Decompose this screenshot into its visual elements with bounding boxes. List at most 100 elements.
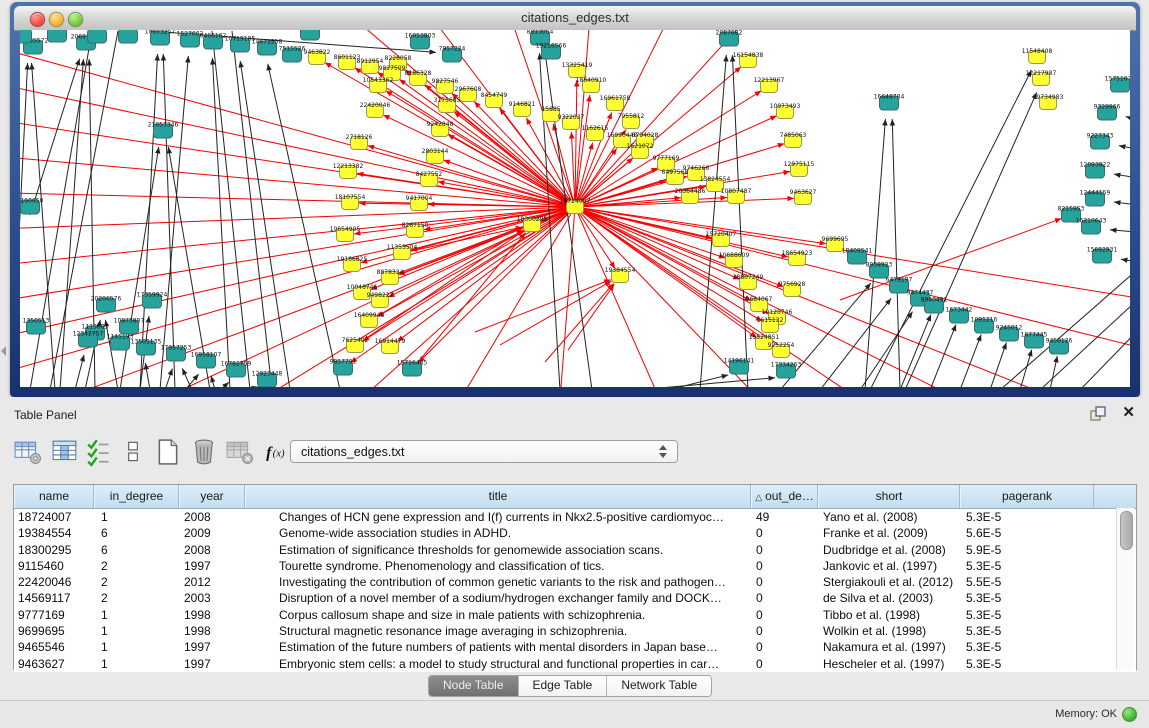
graph-node-label: 11548408: [1022, 48, 1053, 55]
graph-node-label: 2803144: [422, 148, 449, 155]
table-scrollbar[interactable]: [1116, 508, 1134, 669]
graph-node-label: 12093822: [1080, 162, 1111, 169]
graph-node-label: 10973493: [770, 103, 801, 110]
graph-node-label: 16053803: [405, 33, 436, 40]
graph-edge-red: [575, 207, 725, 258]
graph-node-label: 16961758: [600, 95, 631, 102]
cell-short: Yano et al. (2008): [818, 509, 960, 525]
graph-edge-black-arrowhead: [951, 324, 956, 331]
graph-node[interactable]: [88, 30, 107, 43]
delete-table-icon[interactable]: [226, 437, 254, 467]
close-panel-icon[interactable]: ✕: [1122, 404, 1135, 422]
cell-year: 2008: [179, 509, 245, 525]
cell-short: Nakamura et al. (1997): [818, 639, 960, 655]
graph-edge-black-arrowhead: [251, 386, 258, 387]
left-splitter-handle[interactable]: [1, 346, 6, 356]
graph-node[interactable]: [20, 30, 32, 43]
new-table-icon[interactable]: [154, 437, 182, 467]
cell-in_degree: 2: [94, 574, 179, 590]
cell-title: Estimation of the future numbers of pati…: [245, 639, 751, 655]
select-rows-icon[interactable]: [86, 437, 114, 467]
graph-edge-black-arrowhead: [1027, 350, 1032, 357]
cell-pagerank: 5.3E-5: [960, 558, 1094, 574]
scrollbar-thumb[interactable]: [1120, 511, 1133, 550]
graph-node-label: 2718126: [346, 134, 373, 141]
graph-edge-black: [960, 334, 981, 387]
table-row[interactable]: 1830029562008Estimation of significance …: [14, 542, 1136, 558]
delete-rows-icon[interactable]: [190, 437, 218, 467]
graph-edge-red: [560, 207, 575, 387]
graph-edge-black-arrowhead: [885, 298, 891, 305]
cell-name: 22420046: [14, 574, 94, 590]
graph-node-label: 22420046: [360, 102, 391, 109]
table-row[interactable]: 946362711997Embryonic stem cells: a mode…: [14, 656, 1136, 672]
graph-node-label: 10120746: [762, 309, 793, 316]
graph-node-label: 15720407: [706, 231, 737, 238]
graph-node[interactable]: [301, 30, 320, 40]
dropdown-value: citations_edges.txt: [301, 445, 405, 459]
column-header-short[interactable]: short: [818, 485, 960, 508]
graph-node-label: 6794028: [632, 132, 659, 139]
graph-edge-red-arrowhead: [754, 91, 761, 97]
graph-node-label: 1350513: [23, 318, 50, 325]
tab-edge-table[interactable]: Edge Table: [519, 676, 608, 696]
dropdown-arrows-icon: [659, 445, 668, 459]
table-row[interactable]: 977716911998Corpus callosum shape and si…: [14, 607, 1136, 623]
graph-edge-black: [820, 298, 891, 387]
graph-edge-black-arrowhead: [155, 54, 160, 61]
function-builder-icon[interactable]: f (x): [264, 437, 292, 467]
cell-in_degree: 1: [94, 623, 179, 639]
graph-node-label: 1095216: [971, 317, 998, 324]
graph-node-label: 7485063: [780, 132, 807, 139]
graph-edge-red: [414, 233, 526, 367]
table-select-dropdown[interactable]: citations_edges.txt: [290, 440, 678, 463]
column-header-year[interactable]: year: [179, 485, 245, 508]
graph-edge-black-arrowhead: [882, 119, 887, 126]
cell-short: Tibbo et al. (1998): [818, 607, 960, 623]
graph-node[interactable]: [119, 30, 138, 43]
network-canvas[interactable]: 8601123891295482260589827509818632810543…: [20, 30, 1130, 387]
table-settings-icon[interactable]: [14, 437, 42, 467]
cell-year: 1998: [179, 623, 245, 639]
graph-node-label: 13824554: [700, 176, 731, 183]
graph-node-label: 8938923: [866, 262, 893, 269]
column-header-in_degree[interactable]: in_degree: [94, 485, 179, 508]
graph-node[interactable]: [48, 30, 67, 42]
row-height-icon[interactable]: [119, 437, 147, 467]
window-title: citations_edges.txt: [14, 10, 1136, 25]
window-titlebar[interactable]: citations_edges.txt: [14, 6, 1136, 31]
graph-node-label: 7957224: [439, 46, 466, 53]
column-header-out_degree[interactable]: △out_de…: [751, 485, 818, 508]
column-header-name[interactable]: name: [14, 485, 94, 508]
graph-node-label: 2967608: [455, 86, 482, 93]
table-row[interactable]: 2242004622012Investigating the contribut…: [14, 574, 1136, 590]
table-row[interactable]: 1456911722003Disruption of a novel membe…: [14, 590, 1136, 606]
graph-node-label: 9450126: [1046, 338, 1073, 345]
graph-node-label: 18107554: [335, 194, 366, 201]
graph-node-label: 14671358: [252, 39, 283, 46]
graph-node-label: 15692931: [1087, 247, 1118, 254]
tab-network-table[interactable]: Network Table: [607, 676, 711, 696]
table-row[interactable]: 1938455462009Genome-wide association stu…: [14, 525, 1136, 541]
table-row[interactable]: 1872400712008Changes of HCN gene express…: [14, 509, 1136, 525]
column-header-pagerank[interactable]: pagerank: [960, 485, 1094, 508]
graph-edge-red: [575, 207, 1130, 350]
graph-node-label: 8878334: [377, 269, 404, 276]
column-header-title[interactable]: title: [245, 485, 751, 508]
column-chooser-icon[interactable]: [51, 437, 79, 467]
table-row[interactable]: 946554611997Estimation of the future num…: [14, 639, 1136, 655]
tab-node-table[interactable]: Node Table: [429, 676, 519, 696]
graph-node-label: 6479197: [886, 277, 913, 284]
graph-edge-black: [900, 314, 931, 387]
graph-node-label: 16914479: [375, 338, 406, 345]
graph-node-label: 9146821: [509, 101, 536, 108]
graph-node-label: 10046746: [347, 284, 378, 291]
graph-node-label: 17334263: [771, 362, 802, 369]
graph-edge-red: [20, 207, 575, 268]
float-panel-icon[interactable]: [1089, 405, 1107, 423]
table-row[interactable]: 969969511998Structural magnetic resonanc…: [14, 623, 1136, 639]
graph-node-label: 9463627: [790, 189, 817, 196]
graph-node-label: 10807487: [721, 188, 752, 195]
table-panel: Table Panel ✕: [0, 397, 1149, 727]
table-row[interactable]: 911546021997Tourette syndrome. Phenomeno…: [14, 558, 1136, 574]
